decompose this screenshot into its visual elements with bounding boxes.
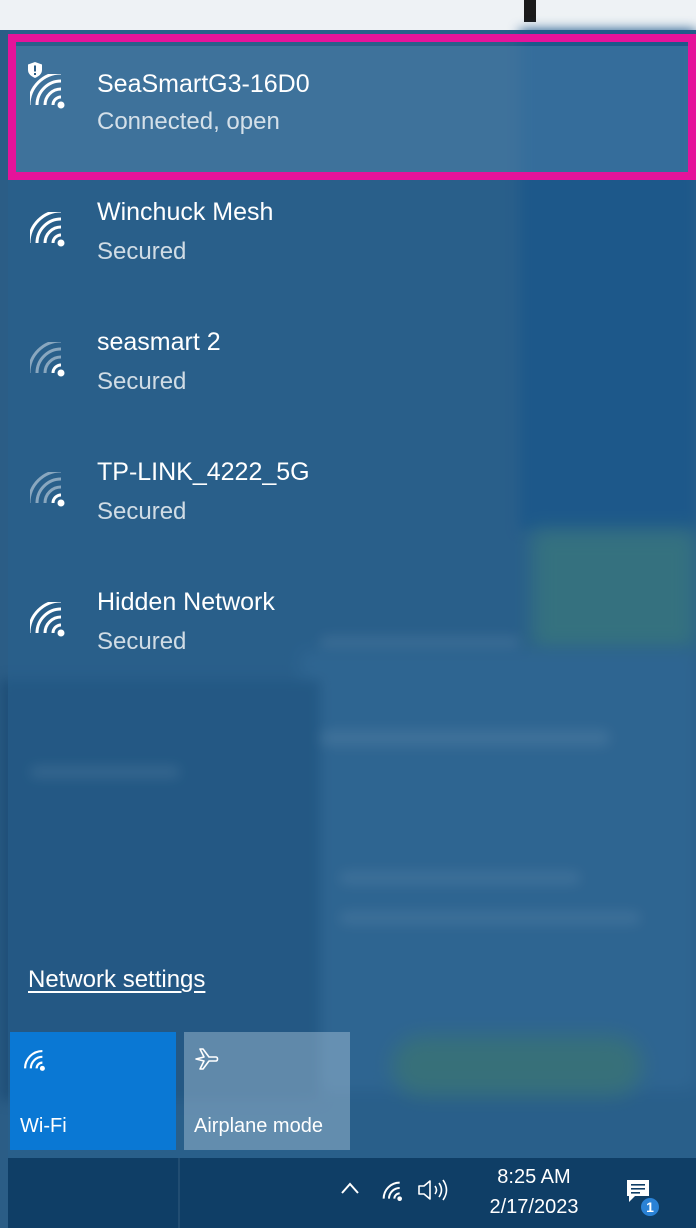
taskbar: 8:25 AM 2/17/2023 1 bbox=[8, 1158, 696, 1228]
wifi-weak-icon bbox=[30, 472, 65, 507]
wifi-weak-icon bbox=[30, 342, 65, 377]
network-name: seasmart 2 bbox=[97, 328, 221, 356]
volume-icon[interactable] bbox=[416, 1178, 450, 1202]
network-name: Winchuck Mesh bbox=[97, 198, 274, 226]
network-status: Secured bbox=[97, 238, 187, 265]
network-status: Connected, open bbox=[97, 108, 280, 135]
network-flyout: SeaSmartG3-16D0 Connected, open Winchuck… bbox=[8, 30, 696, 1158]
wifi-toggle-tile[interactable]: Wi-Fi bbox=[10, 1032, 176, 1150]
network-name: Hidden Network bbox=[97, 588, 275, 616]
network-name: SeaSmartG3-16D0 bbox=[97, 70, 310, 98]
network-item-seasmart-2[interactable]: seasmart 2 Secured bbox=[8, 312, 696, 440]
network-status: Secured bbox=[97, 628, 187, 655]
clock-time[interactable]: 8:25 AM bbox=[484, 1166, 584, 1189]
wifi-full-icon bbox=[30, 212, 65, 247]
airplane-tile-label: Airplane mode bbox=[194, 1115, 323, 1137]
tray-wifi-icon[interactable] bbox=[379, 1178, 403, 1202]
background-window-strip bbox=[0, 0, 696, 30]
background-window-edge bbox=[524, 0, 536, 22]
network-status: Secured bbox=[97, 368, 187, 395]
taskbar-divider bbox=[178, 1158, 180, 1228]
network-settings-link[interactable]: Network settings bbox=[28, 966, 205, 994]
airplane-mode-tile[interactable]: Airplane mode bbox=[184, 1032, 350, 1150]
wifi-icon bbox=[23, 1049, 45, 1071]
network-item-hidden-network[interactable]: Hidden Network Secured bbox=[8, 572, 696, 700]
network-item-seasmartg3[interactable]: SeaSmartG3-16D0 Connected, open bbox=[8, 46, 696, 174]
network-status: Secured bbox=[97, 498, 187, 525]
wifi-full-icon bbox=[30, 602, 65, 637]
airplane-icon bbox=[195, 1048, 219, 1070]
wifi-tile-label: Wi-Fi bbox=[20, 1115, 67, 1137]
wifi-open-shield-icon bbox=[30, 74, 65, 109]
clock-date[interactable]: 2/17/2023 bbox=[484, 1196, 584, 1219]
notification-count-badge: 1 bbox=[639, 1196, 661, 1218]
network-item-winchuck-mesh[interactable]: Winchuck Mesh Secured bbox=[8, 182, 696, 310]
network-item-tp-link[interactable]: TP-LINK_4222_5G Secured bbox=[8, 442, 696, 570]
show-hidden-icons-chevron-icon[interactable] bbox=[341, 1182, 359, 1194]
network-name: TP-LINK_4222_5G bbox=[97, 458, 310, 486]
